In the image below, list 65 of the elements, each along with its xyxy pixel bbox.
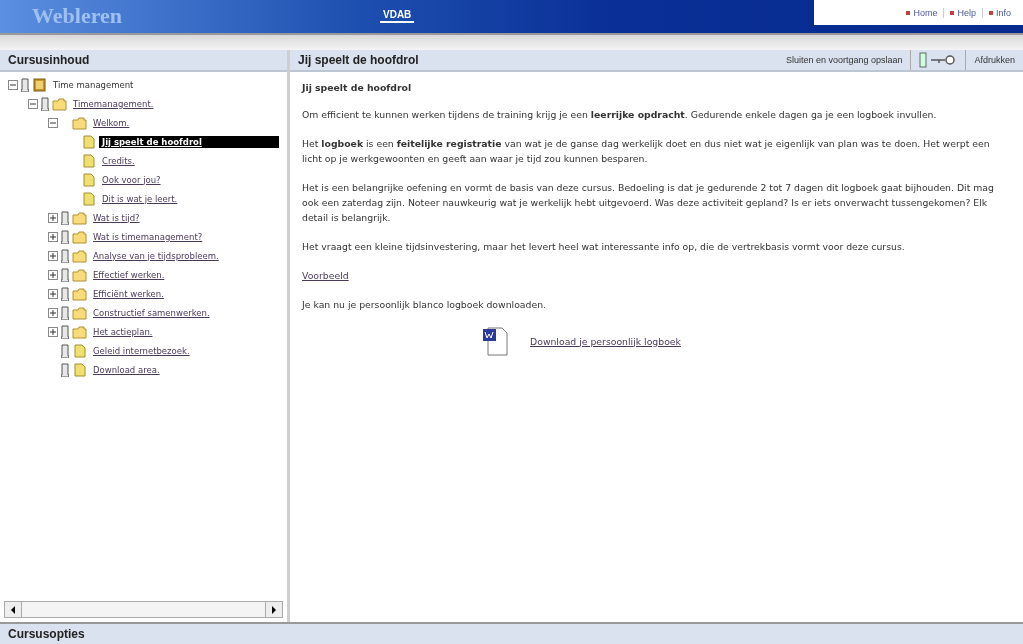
expand-icon[interactable] [48, 250, 58, 261]
paragraph: Het is een belangrijke oefening en vormt de basis van deze cursus. Bedoeling is dat je gedurende 2 tot 7 dagen dit logboek gaat bijhouden. Dit mag ook een zaterdag zijn. Noteer nauwkeurig wat je werkelijk hebt uitgevoerd. Was deze activiteit gepland? Is er iets onverwacht tussengekomen? Elk detail is belangrijk. [302, 181, 995, 225]
tree-item[interactable]: Analyse van je tijdsprobleem. [90, 249, 222, 262]
tree-item[interactable]: Effectief werken. [90, 268, 168, 281]
horizontal-scrollbar[interactable] [4, 601, 283, 618]
example-link[interactable]: Voorbeeld [302, 268, 349, 283]
download-link[interactable]: Download je persoonlijk logboek [530, 333, 681, 349]
expand-icon[interactable] [48, 288, 58, 299]
content-heading: Jij speelt de hoofdrol [302, 81, 413, 95]
page-title: Jij speelt de hoofdrol [298, 53, 419, 67]
page-icon [81, 134, 96, 149]
folder-icon [72, 267, 87, 282]
folder-icon [72, 305, 87, 320]
folder-icon [72, 115, 87, 130]
page-icon [81, 153, 96, 168]
page-icon [81, 191, 96, 206]
page-icon [81, 172, 96, 187]
expand-icon[interactable] [48, 326, 58, 337]
close-save-button[interactable]: Sluiten en voortgang opslaan [777, 55, 911, 65]
paragraph: Het vraagt een kleine tijdsinvestering, maar het levert heel wat interessante info op, die de vertrekbasis vormt voor deze cursus. [302, 240, 906, 254]
tree-item[interactable]: Download area. [90, 363, 163, 376]
tree-item[interactable]: Timemanagement. [70, 97, 157, 110]
folder-icon [72, 229, 87, 244]
folder-icon [72, 286, 87, 301]
scroll-left-icon[interactable] [10, 605, 16, 614]
paragraph: Je kan nu je persoonlijk blanco logboek downloaden. [302, 298, 547, 312]
page-icon [72, 362, 87, 377]
tree-item[interactable]: Wat is tijd? [90, 211, 143, 224]
tree-item[interactable]: Time management [50, 78, 137, 91]
folder-icon [72, 210, 87, 225]
expand-icon[interactable] [48, 212, 58, 223]
expand-icon[interactable] [48, 269, 58, 280]
paragraph: Het logboek is een feitelijke registratie van wat je de ganse dag werkelijk doet en dus niet wat je eigenlijk van plan was te doen. Het werpt een licht op je werkgewoonten en geeft aan waar je tijd zou kunnen besparen. [302, 137, 991, 166]
nav-link[interactable]: Info [982, 7, 1017, 18]
page-icon [72, 343, 87, 358]
tree-item[interactable]: Credits. [99, 154, 138, 167]
collapse-icon[interactable] [28, 98, 38, 109]
collapse-icon[interactable] [8, 79, 18, 90]
options-bar: Cursusopties [0, 622, 1023, 644]
tree-item[interactable]: Het actieplan. [90, 325, 156, 338]
document-icon [482, 326, 509, 356]
nav-link[interactable]: Home [900, 7, 944, 18]
folder-icon [52, 96, 67, 111]
tree-item[interactable]: Wat is timemanagement? [90, 230, 206, 243]
nav-link[interactable]: Help [943, 7, 982, 18]
folder-icon [72, 248, 87, 263]
tree-item[interactable]: Welkom. [90, 116, 133, 129]
paragraph: Om efficient te kunnen werken tijdens de training krijg je een leerrijke opdracht. Gedurende enkele dagen ga je een logboek invullen. [302, 108, 938, 122]
tree-item[interactable]: Ook voor jou? [99, 173, 164, 186]
key-icon [919, 52, 958, 68]
panel-title: Cursusinhoud [0, 50, 287, 72]
tree-item[interactable]: Dit is wat je leert. [99, 192, 181, 205]
collapse-icon[interactable] [48, 117, 58, 128]
tree-item[interactable]: Efficiënt werken. [90, 287, 167, 300]
folder-icon [72, 324, 87, 339]
tree-item[interactable]: Geleid internetbezoek. [90, 344, 193, 357]
tree-item[interactable]: Constructief samenwerken. [90, 306, 213, 319]
site-logo: Webleren [31, 2, 124, 29]
tree-item[interactable]: Jij speelt de hoofdrol [99, 135, 279, 148]
expand-icon[interactable] [48, 307, 58, 318]
expand-icon[interactable] [48, 231, 58, 242]
print-button[interactable]: Afdrukken [966, 55, 1023, 65]
brand-logo: VDAB [380, 9, 415, 23]
scroll-right-icon[interactable] [271, 605, 277, 614]
book-icon [32, 77, 47, 92]
